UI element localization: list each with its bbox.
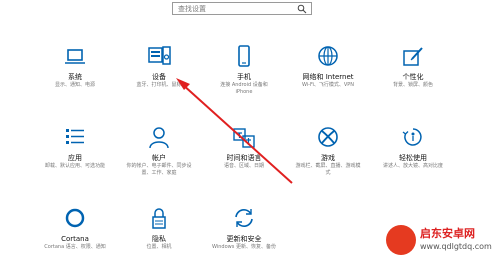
tile-desc: 连接 Android 设备和 iPhone <box>220 82 268 95</box>
watermark-logo-icon <box>386 225 416 255</box>
tile-desc: Windows 更新、恢复、备份 <box>212 244 276 250</box>
tile-update-security[interactable]: 更新和安全 Windows 更新、恢复、备份 <box>205 206 283 272</box>
tile-desc: Wi-Fi、飞行模式、VPN <box>301 82 355 88</box>
laptop-icon <box>65 49 85 64</box>
tile-desc: 位置、相机 <box>146 244 172 250</box>
tile-title: 应用 <box>68 154 82 162</box>
tile-title: 手机 <box>237 73 251 81</box>
tile-phone[interactable]: 手机 连接 Android 设备和 iPhone <box>205 44 283 110</box>
tile-title: 设备 <box>152 73 166 81</box>
phone-icon <box>238 45 250 67</box>
tile-title: 更新和安全 <box>226 235 262 243</box>
person-icon <box>149 127 169 149</box>
tile-cortana[interactable]: Cortana Cortana 语言、权限、通知 <box>36 206 114 272</box>
xbox-icon <box>318 127 338 147</box>
tile-time-language[interactable]: 时间和语言 语音、区域、日期 <box>205 125 283 191</box>
watermark-url: www.qdlgtdq.com <box>420 242 492 251</box>
lock-icon <box>152 208 166 229</box>
watermark-title: 启东安卓网 <box>420 227 475 240</box>
tile-title: 网络和 Internet <box>302 73 354 81</box>
search-icon[interactable] <box>297 4 307 14</box>
tile-desc: 游戏栏、截屏、直播、游戏模 式 <box>295 163 361 176</box>
cortana-icon <box>65 208 85 228</box>
keyboard-speaker-icon <box>148 46 171 65</box>
tile-title: 隐私 <box>152 235 166 243</box>
tile-desc: 蓝牙、打印机、鼠标 <box>136 82 182 88</box>
tile-title: 时间和语言 <box>226 154 262 162</box>
tile-apps[interactable]: 应用 卸载、默认应用、可选功能 <box>36 125 114 191</box>
tile-desc: 语音、区域、日期 <box>223 163 264 169</box>
watermark: 启东安卓网 www.qdlgtdq.com <box>386 223 496 257</box>
tile-desc: 卸载、默认应用、可选功能 <box>44 163 105 169</box>
tile-title: 轻松使用 <box>399 154 427 162</box>
globe-icon <box>318 46 338 66</box>
tile-desc: 你的帐户、电子邮件、同步设 置、工作、家庭 <box>126 163 192 176</box>
search-input[interactable]: 查找设置 <box>172 2 312 15</box>
tile-desc: 讲述人、放大镜、高对比度 <box>382 163 443 169</box>
tile-title: 帐户 <box>152 154 166 162</box>
tile-title: Cortana <box>61 235 89 243</box>
tile-ease-of-access[interactable]: 轻松使用 讲述人、放大镜、高对比度 <box>374 125 452 191</box>
tile-accounts[interactable]: 帐户 你的帐户、电子邮件、同步设 置、工作、家庭 <box>120 125 198 191</box>
tile-system[interactable]: 系统 显示、通知、电源 <box>36 44 114 110</box>
tile-title: 系统 <box>68 73 82 81</box>
tile-title: 游戏 <box>321 154 335 162</box>
tile-desc: 背景、锁屏、颜色 <box>392 82 433 88</box>
update-sync-icon <box>235 209 253 227</box>
search-placeholder: 查找设置 <box>178 5 206 13</box>
tile-network[interactable]: 网络和 Internet Wi-Fi、飞行模式、VPN <box>289 44 367 110</box>
tile-desc: Cortana 语言、权限、通知 <box>44 244 106 250</box>
tile-devices[interactable]: 设备 蓝牙、打印机、鼠标 <box>120 44 198 110</box>
tile-gaming[interactable]: 游戏 游戏栏、截屏、直播、游戏模 式 <box>289 125 367 191</box>
time-language-icon <box>233 128 255 148</box>
apps-list-icon <box>66 129 84 144</box>
accessibility-icon <box>402 128 422 146</box>
tile-title: 个性化 <box>402 73 424 81</box>
pen-tablet-icon <box>403 47 423 66</box>
tile-personalization[interactable]: 个性化 背景、锁屏、颜色 <box>374 44 452 110</box>
tile-desc: 显示、通知、电源 <box>54 82 95 88</box>
tile-privacy[interactable]: 隐私 位置、相机 <box>120 206 198 272</box>
